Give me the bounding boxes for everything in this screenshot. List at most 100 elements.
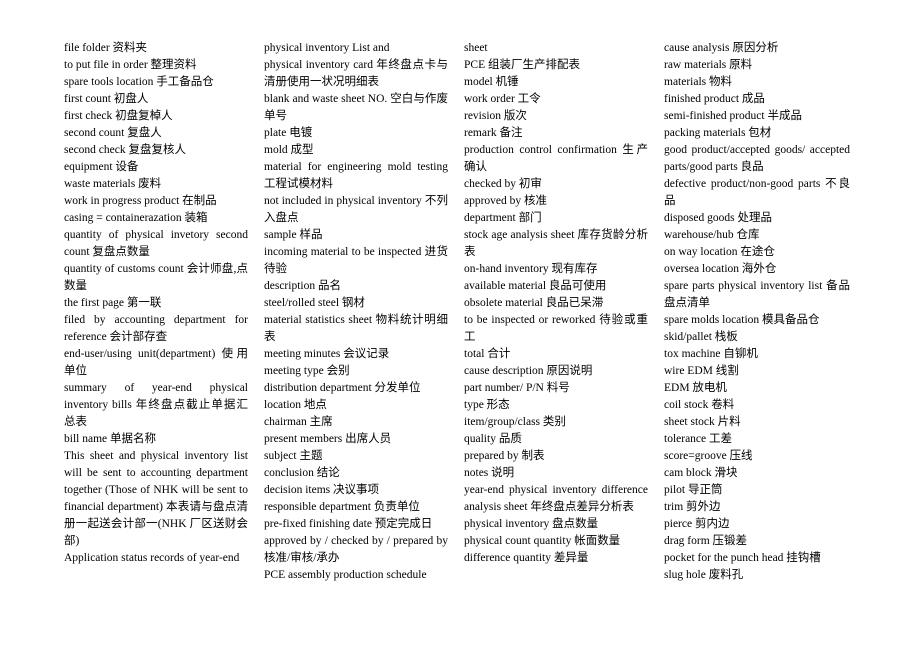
glossary-entry: This sheet and physical inventory list w… (64, 450, 248, 547)
glossary-entry: first count 初盘人 (64, 93, 149, 105)
glossary-entry: revision 版次 (464, 110, 527, 122)
glossary-entry: cause description 原因说明 (464, 365, 593, 377)
glossary-entry: filed by accounting department for refer… (64, 314, 248, 343)
glossary-entry: oversea location 海外仓 (664, 263, 777, 275)
glossary-entry: coil stock 卷料 (664, 399, 735, 411)
glossary-entry: location 地点 (264, 399, 327, 411)
glossary-entry: production control confirmation 生产确认 (464, 144, 648, 173)
glossary-entry: subject 主题 (264, 450, 323, 462)
glossary-entry: quantity of physical invetory second cou… (64, 229, 248, 258)
glossary-entry: tox machine 自铆机 (664, 348, 758, 360)
glossary-entry: pilot 导正筒 (664, 484, 723, 496)
glossary-entry: bill name 单据名称 (64, 433, 156, 445)
glossary-entry: first check 初盘复棹人 (64, 110, 173, 122)
glossary-entry: present members 出席人员 (264, 433, 392, 445)
glossary-entry: good product/accepted goods/ accepted pa… (664, 144, 850, 173)
glossary-entry: checked by 初审 (464, 178, 542, 190)
glossary-entry: sheet (464, 42, 488, 54)
glossary-entry: disposed goods 处理品 (664, 212, 772, 224)
glossary-entry: conclusion 结论 (264, 467, 340, 479)
glossary-entry: quality 品质 (464, 433, 522, 445)
glossary-entry: sample 样品 (264, 229, 323, 241)
glossary-entry: trim 剪外边 (664, 501, 721, 513)
glossary-entry: responsible department 负责单位 (264, 501, 420, 513)
glossary-entry: casing = containerazation 装箱 (64, 212, 208, 224)
glossary-entry: on-hand inventory 现有库存 (464, 263, 598, 275)
glossary-entry: prepared by 制表 (464, 450, 545, 462)
glossary-entry: approved by 核准 (464, 195, 548, 207)
glossary-entry: remark 备注 (464, 127, 523, 139)
glossary-entry: spare tools location 手工备品仓 (64, 76, 214, 88)
glossary-entry: slug hole 废料孔 (664, 569, 744, 581)
glossary-entry: work order 工令 (464, 93, 541, 105)
glossary-entry: file folder 资料夹 (64, 42, 148, 54)
glossary-entry: model 机锤 (464, 76, 519, 88)
glossary-entry: waste materials 废料 (64, 178, 162, 190)
glossary-entry: stock age analysis sheet 库存货龄分析表 (464, 229, 648, 258)
glossary-entry: meeting type 会别 (264, 365, 350, 377)
glossary-entry: spare parts physical inventory list 备品盘点… (664, 280, 850, 309)
glossary-entry: second count 复盘人 (64, 127, 162, 139)
document-page: file folder 资料夹 to put file in order 整理资… (0, 0, 920, 651)
glossary-entry: equipment 设备 (64, 161, 139, 173)
glossary-entry: end-user/using unit(department) 使用单位 (64, 348, 248, 377)
glossary-entry: tolerance 工差 (664, 433, 733, 445)
glossary-column-3: sheet PCE 组装厂生产排配表 model 机锤 work order 工… (464, 40, 648, 567)
glossary-entry: approved by / checked by / prepared by 核… (264, 535, 448, 564)
glossary-entry: item/group/class 类别 (464, 416, 566, 428)
glossary-entry: mold 成型 (264, 144, 314, 156)
glossary-entry: drag form 压锻差 (664, 535, 748, 547)
glossary-entry: blank and waste sheet NO. 空白与作废单号 (264, 93, 448, 122)
glossary-entry: on way location 在途仓 (664, 246, 775, 258)
glossary-entry: to put file in order 整理资料 (64, 59, 197, 71)
glossary-entry: physical count quantity 帐面数量 (464, 535, 621, 547)
glossary-entry: decision items 决议事项 (264, 484, 379, 496)
glossary-entry: summary of year-end physical inventory b… (64, 382, 248, 428)
glossary-entry: second check 复盘复核人 (64, 144, 186, 156)
glossary-entry: Application status records of year-end (64, 552, 240, 564)
glossary-entry: difference quantity 差异量 (464, 552, 589, 564)
glossary-entry: defective product/non-good parts 不良品 (664, 178, 850, 207)
glossary-entry: cause analysis 原因分析 (664, 42, 779, 54)
glossary-entry: notes 说明 (464, 467, 515, 479)
glossary-entry: incoming material to be inspected 进货待验 (264, 246, 448, 275)
glossary-entry: physical inventory 盘点数量 (464, 518, 599, 530)
glossary-entry: materials 物料 (664, 76, 733, 88)
glossary-entry: type 形态 (464, 399, 510, 411)
glossary-entry: material for engineering mold testing 工程… (264, 161, 448, 190)
glossary-entry: PCE assembly production schedule (264, 569, 427, 581)
glossary-entry: sheet stock 片料 (664, 416, 741, 428)
glossary-entry: EDM 放电机 (664, 382, 727, 394)
glossary-entry: raw materials 原料 (664, 59, 753, 71)
glossary-entry: obsolete material 良品已呆滞 (464, 297, 604, 309)
glossary-column-1: file folder 资料夹 to put file in order 整理资… (64, 40, 248, 567)
glossary-entry: material statistics sheet 物料统计明细表 (264, 314, 448, 343)
glossary-entry: physical inventory card 年终盘点卡与清册使用一状况明细表 (264, 59, 448, 88)
glossary-entry: spare molds location 模具备品仓 (664, 314, 820, 326)
glossary-entry: work in progress product 在制品 (64, 195, 217, 207)
glossary-entry: warehouse/hub 仓库 (664, 229, 760, 241)
glossary-entry: part number/ P/N 料号 (464, 382, 570, 394)
glossary-entry: wire EDM 线割 (664, 365, 739, 377)
glossary-entry: not included in physical inventory 不列入盘点 (264, 195, 448, 224)
glossary-entry: quantity of customs count 会计师盘,点数量 (64, 263, 248, 292)
glossary-entry: pierce 剪内边 (664, 518, 730, 530)
glossary-entry: finished product 成品 (664, 93, 765, 105)
glossary-entry: to be inspected or reworked 待验或重工 (464, 314, 648, 343)
glossary-entry: cam block 滑块 (664, 467, 738, 479)
glossary-entry: score=groove 压线 (664, 450, 753, 462)
glossary-entry: skid/pallet 栈板 (664, 331, 738, 343)
glossary-entry: pocket for the punch head 挂钩槽 (664, 552, 821, 564)
glossary-column-2: physical inventory List and physical inv… (264, 40, 448, 584)
glossary-column-4: cause analysis 原因分析 raw materials 原料 mat… (664, 40, 850, 584)
glossary-entry: year-end physical inventory difference a… (464, 484, 648, 513)
glossary-columns: file folder 资料夹 to put file in order 整理资… (64, 40, 864, 584)
glossary-entry: packing materials 包材 (664, 127, 772, 139)
glossary-entry: meeting minutes 会议记录 (264, 348, 390, 360)
glossary-entry: chairman 主席 (264, 416, 333, 428)
glossary-entry: semi-finished product 半成品 (664, 110, 802, 122)
glossary-entry: physical inventory List and (264, 42, 390, 54)
glossary-entry: description 品名 (264, 280, 341, 292)
glossary-entry: total 合计 (464, 348, 511, 360)
glossary-entry: PCE 组装厂生产排配表 (464, 59, 580, 71)
